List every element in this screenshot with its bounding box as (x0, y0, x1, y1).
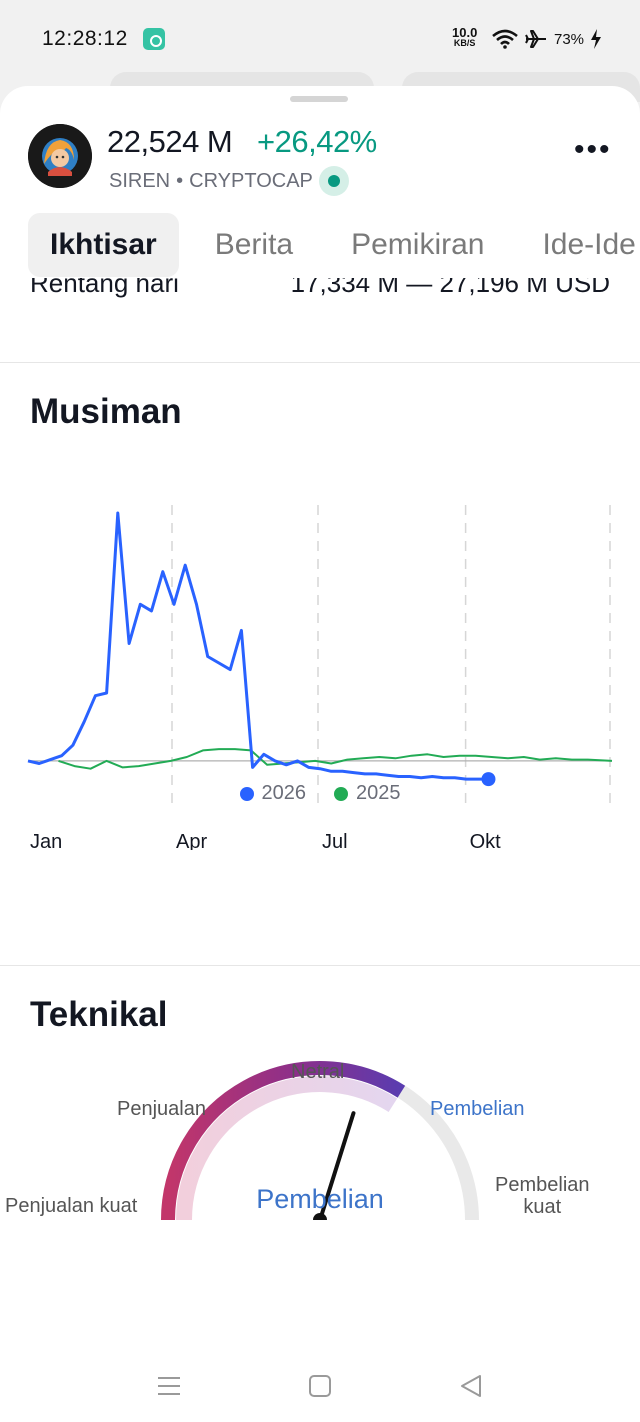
charging-icon (591, 29, 602, 49)
x-tick-label: Jan (30, 831, 62, 850)
exchange-name: CRYPTOCAP (189, 169, 313, 192)
separator: • (176, 169, 184, 192)
wifi-icon (492, 29, 518, 49)
label-buy: Pembelian (430, 1098, 525, 1120)
x-tick-label: Apr (176, 831, 207, 850)
tab-news[interactable]: Berita (193, 213, 315, 277)
system-nav-bar (0, 1355, 640, 1422)
status-icons: 73% (492, 24, 602, 54)
divider (0, 362, 640, 363)
chart-legend: 2026 2025 (0, 782, 640, 805)
avatar (28, 124, 92, 188)
menu-icon[interactable] (154, 1371, 184, 1401)
price-change: +26,42% (257, 124, 377, 159)
day-range-value: 17,334 M — 27,196 M USD (290, 278, 610, 298)
tab-bar: Ikhtisar Berita Pemikiran Ide-Ide (28, 213, 640, 277)
x-tick-label: Jul (322, 831, 348, 850)
day-range-row: Rentang hari 17,334 M — 27,196 M USD (0, 278, 640, 310)
network-speed: 10.0 KB/S (452, 26, 477, 49)
legend-label: 2025 (356, 782, 401, 804)
tab-minds[interactable]: Pemikiran (329, 213, 506, 277)
drag-handle[interactable] (290, 96, 348, 102)
status-time: 12:28:12 (42, 27, 128, 50)
day-range-label: Rentang hari (30, 278, 179, 298)
label-neutral: Netral (291, 1061, 345, 1083)
series-line-2025 (58, 748, 613, 770)
legend-label: 2026 (261, 782, 307, 804)
battery-percent: 73% (554, 30, 585, 48)
app-notification-icon (143, 28, 165, 50)
airplane-icon (525, 30, 546, 48)
series-line-2026 (27, 511, 489, 781)
network-speed-unit: KB/S (453, 38, 476, 48)
market-open-icon (318, 166, 349, 196)
home-icon[interactable] (305, 1371, 335, 1401)
symbol-name: SIREN (109, 169, 171, 192)
more-options-icon[interactable]: ••• (574, 133, 612, 167)
back-icon[interactable] (456, 1371, 486, 1401)
label-sell: Penjualan (117, 1098, 206, 1120)
legend-dot (239, 786, 254, 801)
tab-ideas[interactable]: Ide-Ide (520, 213, 640, 277)
symbol-subline: SIREN • CRYPTOCAP (109, 166, 349, 196)
price: 22,524 M (107, 124, 233, 159)
x-tick-label: Okt (470, 831, 502, 850)
technical-result: Pembelian (256, 1184, 384, 1214)
seasonal-chart[interactable]: Jan Apr Jul Okt (0, 380, 640, 850)
legend-item-2025[interactable]: 2025 (334, 782, 401, 805)
legend-dot (334, 786, 348, 801)
siren-logo-icon (28, 124, 92, 188)
status-bar: 12:28:12 10.0 KB/S 73% (0, 0, 640, 78)
tab-overview[interactable]: Ikhtisar (28, 213, 179, 277)
legend-item-2026[interactable]: 2026 (239, 782, 307, 805)
